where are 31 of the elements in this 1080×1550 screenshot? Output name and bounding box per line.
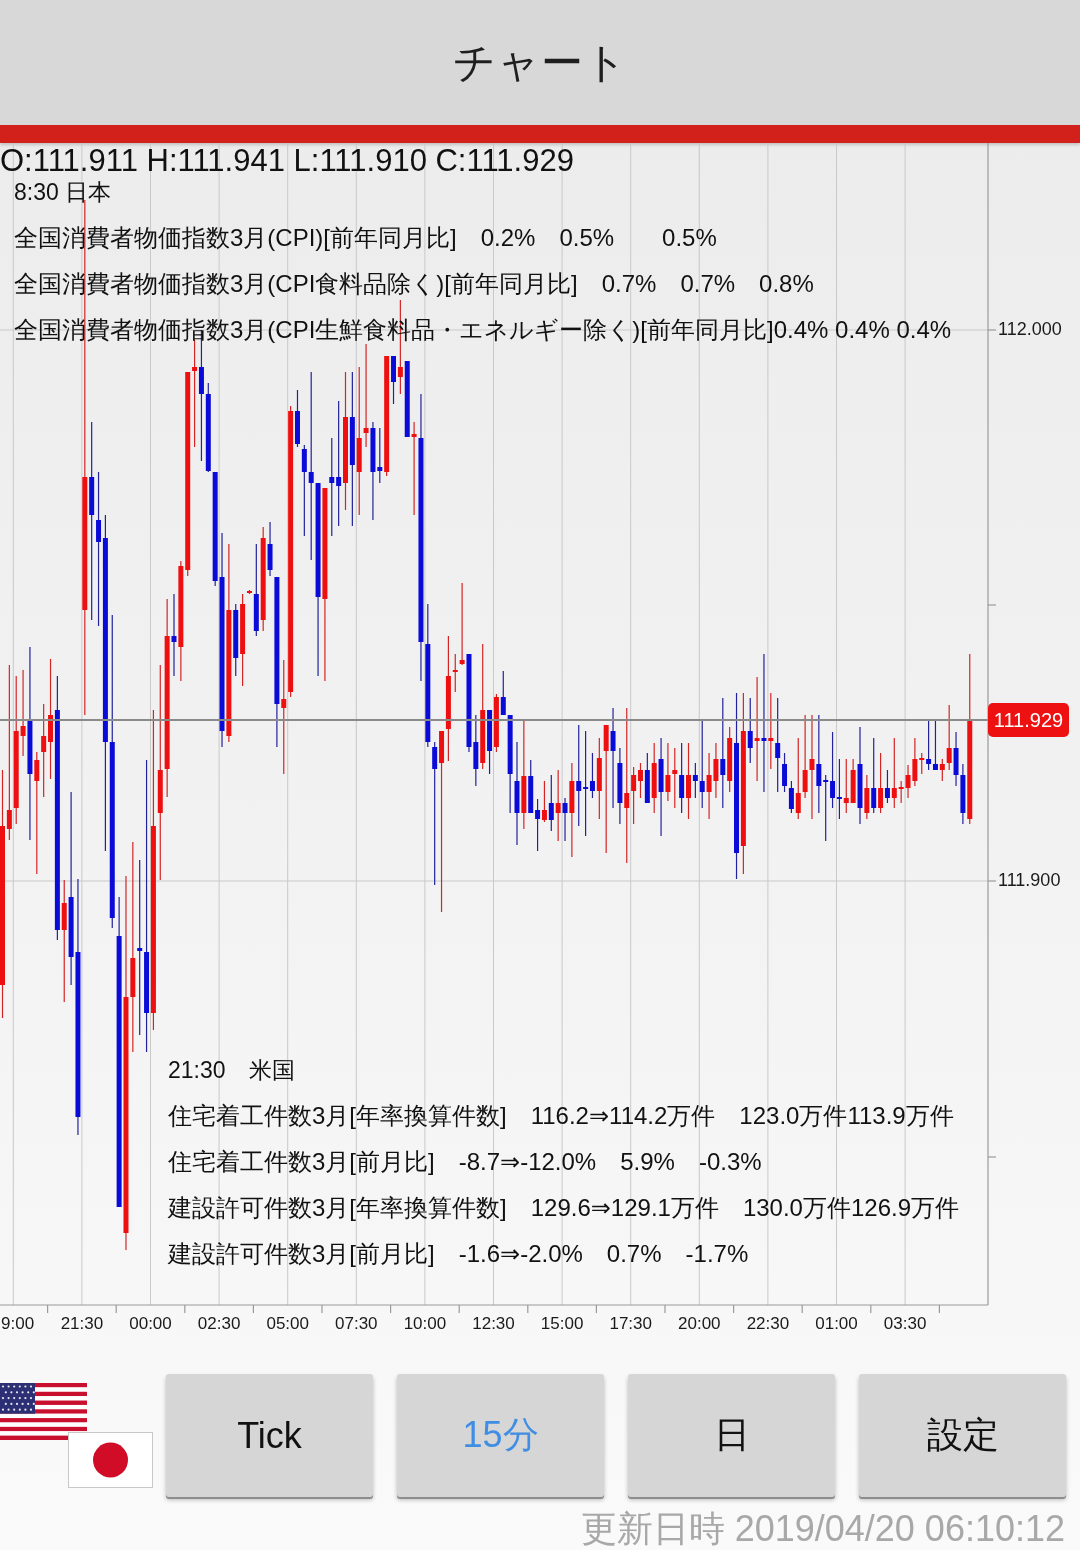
time-label: 21:30 xyxy=(60,1314,104,1334)
time-label: 22:30 xyxy=(746,1314,790,1334)
time-label: 20:00 xyxy=(678,1314,721,1334)
period-button[interactable]: 設定 xyxy=(859,1374,1066,1497)
time-label: 10:00 xyxy=(403,1314,447,1334)
time-label: 17:30 xyxy=(609,1314,652,1334)
period-button[interactable]: Tick xyxy=(166,1374,373,1497)
indicator-result: 建設許可件数3月[前月比] -1.6⇒-2.0% 0.7% -1.7% xyxy=(168,1239,749,1269)
time-label: 15:00 xyxy=(540,1314,584,1334)
japan-flag-icon xyxy=(68,1432,153,1488)
update-timestamp: 更新日時 2019/04/20 06:10:12 xyxy=(580,1508,1065,1550)
indicator-result: 建設許可件数3月[年率換算件数] 129.6⇒129.1万件 130.0万件126.9万件 xyxy=(168,1193,960,1223)
indicator-result: 住宅着工件数3月[前月比] -8.7⇒-12.0% 5.9% -0.3% xyxy=(168,1147,762,1177)
time-label: 12:30 xyxy=(472,1314,515,1334)
time-label: 03:30 xyxy=(883,1314,927,1334)
time-label: 00:00 xyxy=(129,1314,172,1334)
time-label: 05:00 xyxy=(266,1314,309,1334)
current-price-badge: 111.929 xyxy=(988,703,1069,737)
time-label: 07:30 xyxy=(335,1314,378,1334)
time-label: 02:30 xyxy=(197,1314,241,1334)
period-button[interactable]: 日 xyxy=(628,1374,835,1497)
us-flag-icon xyxy=(0,1383,87,1440)
price-label: 111.900 xyxy=(998,869,1061,890)
event-heading: 21:30 米国 xyxy=(168,1057,295,1083)
ohlc-quote: O:111.911 H:111.941 L:111.910 C:111.929 xyxy=(0,143,574,179)
screen-title: チャート xyxy=(452,37,628,88)
indicator-result: 住宅着工件数3月[年率換算件数] 116.2⇒114.2万件 123.0万件113.9万件 xyxy=(168,1101,954,1131)
time-label: 01:00 xyxy=(815,1314,858,1334)
event-heading: 8:30 日本 xyxy=(14,179,112,205)
price-label: 112.000 xyxy=(998,318,1062,339)
time-label: 9:00 xyxy=(1,1314,35,1334)
